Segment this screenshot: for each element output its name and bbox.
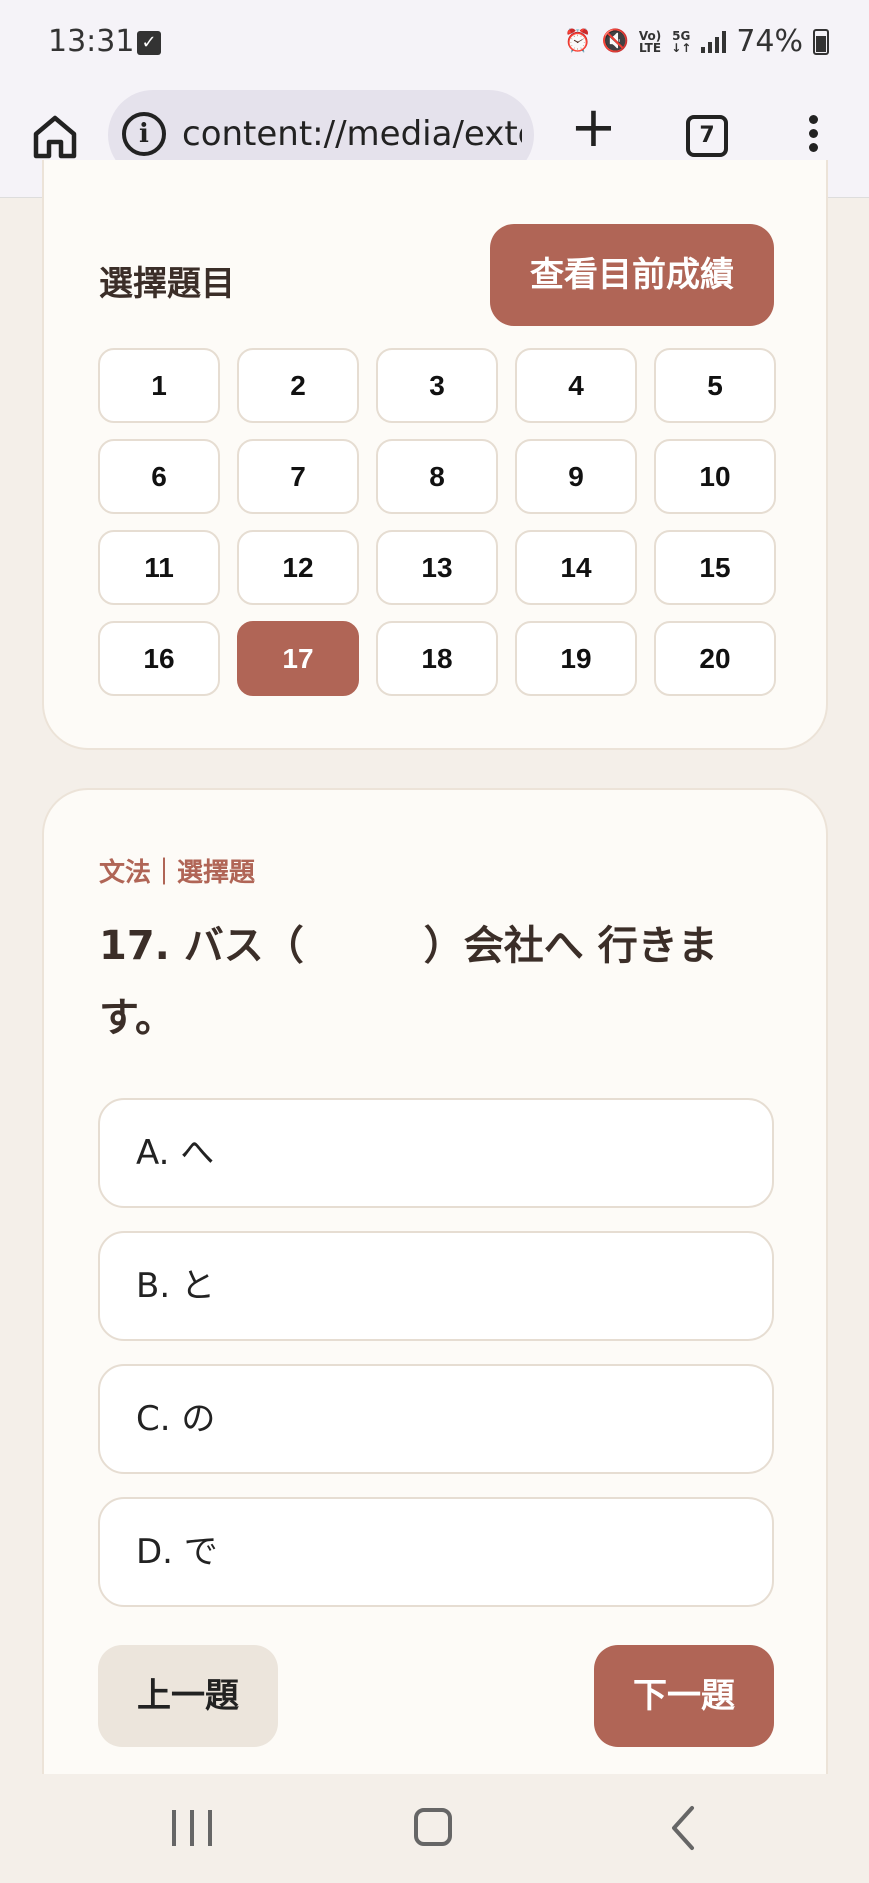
- info-icon[interactable]: i: [122, 112, 166, 156]
- question-number-18[interactable]: 18: [376, 621, 498, 696]
- question-number-3[interactable]: 3: [376, 348, 498, 423]
- question-category: 文法｜選擇題: [99, 858, 256, 888]
- question-number-19[interactable]: 19: [515, 621, 637, 696]
- network-5g-icon: 5G ↓↑: [671, 28, 692, 55]
- battery-percent: 74%: [736, 24, 803, 59]
- url-text[interactable]: content://media/exte: [182, 114, 522, 154]
- previous-question-button[interactable]: 上一題: [98, 1645, 278, 1747]
- tab-count-button[interactable]: 7: [686, 115, 728, 157]
- nav-home-icon[interactable]: [414, 1808, 452, 1846]
- volte-bottom: LTE: [639, 40, 662, 55]
- option-a[interactable]: A. へ: [98, 1098, 774, 1208]
- question-text: 17. バス（ ）会社へ 行きます。: [99, 923, 718, 1041]
- question-number-13[interactable]: 13: [376, 530, 498, 605]
- question-number-2[interactable]: 2: [237, 348, 359, 423]
- volte-top: Vo): [638, 28, 662, 43]
- next-question-button[interactable]: 下一題: [594, 1645, 774, 1747]
- question-number-1[interactable]: 1: [98, 348, 220, 423]
- back-icon[interactable]: [668, 1804, 696, 1852]
- question-selector-card: 選擇題目 查看目前成績 1 2 3 4 5 6 7 8 9 10 11 12 1…: [42, 160, 828, 750]
- question-number-14[interactable]: 14: [515, 530, 637, 605]
- view-score-button[interactable]: 查看目前成績: [490, 224, 774, 326]
- recents-icon[interactable]: [172, 1810, 212, 1846]
- mute-icon: 🔇: [601, 29, 629, 54]
- question-number-6[interactable]: 6: [98, 439, 220, 514]
- question-number-7[interactable]: 7: [237, 439, 359, 514]
- question-number-10[interactable]: 10: [654, 439, 776, 514]
- status-bar: 13:31 ✓ ⏰ 🔇 Vo) LTE 5G ↓↑ 74%: [0, 0, 869, 88]
- volte-icon: Vo) LTE: [639, 30, 661, 54]
- notification-check-icon: ✓: [137, 31, 161, 55]
- option-c[interactable]: C. の: [98, 1364, 774, 1474]
- question-number-15[interactable]: 15: [654, 530, 776, 605]
- status-icons: ⏰ 🔇 Vo) LTE 5G ↓↑ 74%: [564, 24, 829, 59]
- network-gen: 5G: [672, 28, 691, 43]
- alarm-icon: ⏰: [564, 29, 592, 54]
- option-d[interactable]: D. で: [98, 1497, 774, 1607]
- question-number-20[interactable]: 20: [654, 621, 776, 696]
- question-number-5[interactable]: 5: [654, 348, 776, 423]
- question-number-4[interactable]: 4: [515, 348, 637, 423]
- status-time: 13:31: [48, 24, 135, 59]
- home-icon[interactable]: [30, 112, 80, 162]
- question-number-12[interactable]: 12: [237, 530, 359, 605]
- question-number-grid: 1 2 3 4 5 6 7 8 9 10 11 12 13 14 15 16 1…: [98, 348, 776, 696]
- question-number-9[interactable]: 9: [515, 439, 637, 514]
- more-menu-icon[interactable]: [806, 115, 820, 159]
- selector-title: 選擇題目: [99, 264, 235, 304]
- option-b[interactable]: B. と: [98, 1231, 774, 1341]
- new-tab-icon[interactable]: +: [570, 100, 617, 156]
- question-card: 文法｜選擇題 17. バス（ ）会社へ 行きます。 A. へ B. と C. の…: [42, 788, 828, 1848]
- battery-icon: [813, 28, 829, 55]
- question-number-8[interactable]: 8: [376, 439, 498, 514]
- question-number-16[interactable]: 16: [98, 621, 220, 696]
- question-number-17-active[interactable]: 17: [237, 621, 359, 696]
- signal-icon: [701, 30, 727, 53]
- question-number-11[interactable]: 11: [98, 530, 220, 605]
- system-nav-bar: [0, 1774, 869, 1883]
